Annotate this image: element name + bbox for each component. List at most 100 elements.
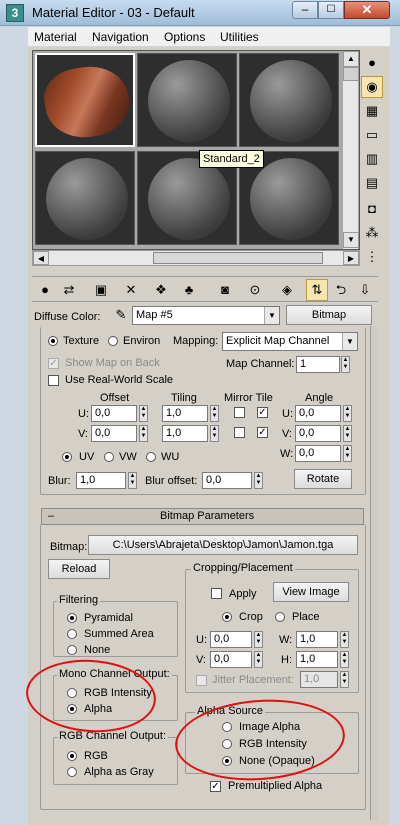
material-map-navigator-icon[interactable]: ⋮: [361, 246, 383, 268]
u-offset-field[interactable]: 0,0: [91, 405, 137, 422]
v-mirror-checkbox[interactable]: [234, 427, 245, 438]
title-bar[interactable]: 3 Material Editor - 03 - Default – ☐ ✕: [0, 0, 400, 26]
v-tiling-spinner[interactable]: ▲ ▼: [210, 425, 219, 442]
v-offset-field[interactable]: 0,0: [91, 425, 137, 442]
summed-area-radio[interactable]: [67, 629, 77, 639]
backlight-icon[interactable]: ◉: [361, 76, 383, 98]
blur-offset-field[interactable]: 0,0: [202, 472, 252, 489]
put-to-library-icon[interactable]: ♣: [178, 279, 200, 301]
crop-h-field[interactable]: 1,0: [296, 651, 338, 668]
menu-material[interactable]: Material: [34, 30, 77, 44]
make-preview-icon[interactable]: ▤: [361, 172, 383, 194]
menu-navigation[interactable]: Navigation: [92, 30, 149, 44]
crop-u-spinner[interactable]: ▲ ▼: [254, 631, 263, 648]
close-button[interactable]: ✕: [344, 1, 390, 19]
blur-offset-spinner[interactable]: ▲ ▼: [254, 472, 263, 489]
map-channel-spinner[interactable]: ▲ ▼: [341, 356, 350, 373]
place-radio[interactable]: [275, 612, 285, 622]
put-to-scene-icon[interactable]: ⇄: [58, 279, 80, 301]
reset-map-icon[interactable]: ✕: [120, 279, 142, 301]
u-tile-checkbox[interactable]: ✓: [257, 407, 268, 418]
minimize-button[interactable]: –: [292, 1, 318, 19]
v-angle-spinner[interactable]: ▲ ▼: [343, 425, 352, 442]
u-mirror-checkbox[interactable]: [234, 407, 245, 418]
video-color-check-icon[interactable]: ▥: [361, 148, 383, 170]
v-offset-spinner[interactable]: ▲ ▼: [139, 425, 148, 442]
crop-v-field[interactable]: 0,0: [210, 651, 252, 668]
blur-spinner[interactable]: ▲ ▼: [128, 472, 137, 489]
panel-scrollbar[interactable]: [370, 326, 378, 820]
w-angle-field[interactable]: 0,0: [295, 445, 341, 462]
wu-radio[interactable]: [146, 452, 156, 462]
premultiplied-alpha-checkbox[interactable]: ✓: [210, 781, 221, 792]
view-image-button[interactable]: View Image: [273, 582, 349, 602]
scroll-thumb[interactable]: [153, 252, 323, 264]
slots-horizontal-scrollbar[interactable]: ◀ ▶: [32, 250, 360, 266]
u-angle-field[interactable]: 0,0: [295, 405, 341, 422]
sample-uv-tiling-icon[interactable]: ▭: [361, 124, 383, 146]
crop-w-field[interactable]: 1,0: [296, 631, 338, 648]
blur-field[interactable]: 1,0: [76, 472, 126, 489]
u-tiling-field[interactable]: 1,0: [162, 405, 208, 422]
reload-button[interactable]: Reload: [48, 559, 110, 579]
slots-vertical-scrollbar[interactable]: ▲ ▼: [342, 51, 359, 249]
crop-u-field[interactable]: 0,0: [210, 631, 252, 648]
jitter-placement-checkbox[interactable]: [196, 675, 207, 686]
u-offset-spinner[interactable]: ▲ ▼: [139, 405, 148, 422]
sample-slot-1[interactable]: [35, 53, 135, 147]
rotate-button[interactable]: Rotate: [294, 469, 352, 489]
show-map-in-viewport-icon[interactable]: ⊙: [244, 279, 266, 301]
bitmap-path-button[interactable]: C:\Users\Abrajeta\Desktop\Jamon\Jamon.tg…: [88, 535, 358, 555]
jitter-field[interactable]: 1,0: [300, 671, 338, 688]
background-checker-icon[interactable]: ▦: [361, 100, 383, 122]
scroll-right-icon[interactable]: ▶: [343, 251, 359, 265]
material-effects-channel-icon[interactable]: ◙: [214, 279, 236, 301]
v-angle-field[interactable]: 0,0: [295, 425, 341, 442]
show-map-on-back-checkbox[interactable]: ✓: [48, 358, 59, 369]
sample-slot-3[interactable]: [239, 53, 339, 147]
eyedropper-icon[interactable]: ✎: [110, 304, 132, 326]
crop-radio[interactable]: [222, 612, 232, 622]
pick-material-icon[interactable]: ⇩: [354, 279, 376, 301]
scroll-down-icon[interactable]: ▼: [343, 232, 359, 248]
show-end-result-icon[interactable]: ◈: [276, 279, 298, 301]
select-by-material-icon[interactable]: ⁂: [361, 222, 383, 244]
maximize-button[interactable]: ☐: [318, 1, 344, 19]
crop-h-spinner[interactable]: ▲ ▼: [340, 651, 349, 668]
sample-type-sphere-icon[interactable]: ●: [361, 52, 383, 74]
scroll-thumb[interactable]: [343, 67, 359, 81]
vw-radio[interactable]: [104, 452, 114, 462]
menu-options[interactable]: Options: [164, 30, 205, 44]
jitter-spinner[interactable]: ▲ ▼: [340, 671, 349, 688]
alpha-as-gray-radio[interactable]: [67, 767, 77, 777]
mapping-dropdown[interactable]: Explicit Map Channel ▼: [222, 332, 358, 351]
real-world-scale-checkbox[interactable]: [48, 375, 59, 386]
u-angle-spinner[interactable]: ▲ ▼: [343, 405, 352, 422]
v-tiling-field[interactable]: 1,0: [162, 425, 208, 442]
sample-slot-4[interactable]: [35, 151, 135, 245]
environ-radio[interactable]: [108, 336, 118, 346]
map-type-button[interactable]: Bitmap: [286, 305, 372, 325]
map-channel-field[interactable]: 1: [296, 356, 340, 373]
assign-to-selection-icon[interactable]: ▣: [90, 279, 112, 301]
u-tiling-spinner[interactable]: ▲ ▼: [210, 405, 219, 422]
scroll-left-icon[interactable]: ◀: [33, 251, 49, 265]
texture-radio[interactable]: [48, 336, 58, 346]
w-angle-spinner[interactable]: ▲ ▼: [343, 445, 352, 462]
crop-v-spinner[interactable]: ▲ ▼: [254, 651, 263, 668]
bitmap-parameters-rollout-header[interactable]: – Bitmap Parameters: [41, 508, 364, 525]
options-icon[interactable]: ◘: [361, 198, 383, 220]
get-material-icon[interactable]: ●: [34, 279, 56, 301]
map-name-dropdown[interactable]: Map #5 ▼: [132, 306, 280, 325]
uv-radio[interactable]: [62, 452, 72, 462]
rgb-radio[interactable]: [67, 751, 77, 761]
go-forward-to-sibling-icon[interactable]: ⮌: [330, 279, 352, 301]
apply-checkbox[interactable]: [211, 588, 222, 599]
menu-utilities[interactable]: Utilities: [220, 30, 259, 44]
sample-slot-2[interactable]: [137, 53, 237, 147]
scroll-up-icon[interactable]: ▲: [343, 51, 359, 67]
crop-w-spinner[interactable]: ▲ ▼: [340, 631, 349, 648]
make-unique-icon[interactable]: ❖: [150, 279, 172, 301]
v-tile-checkbox[interactable]: ✓: [257, 427, 268, 438]
pyramidal-radio[interactable]: [67, 613, 77, 623]
